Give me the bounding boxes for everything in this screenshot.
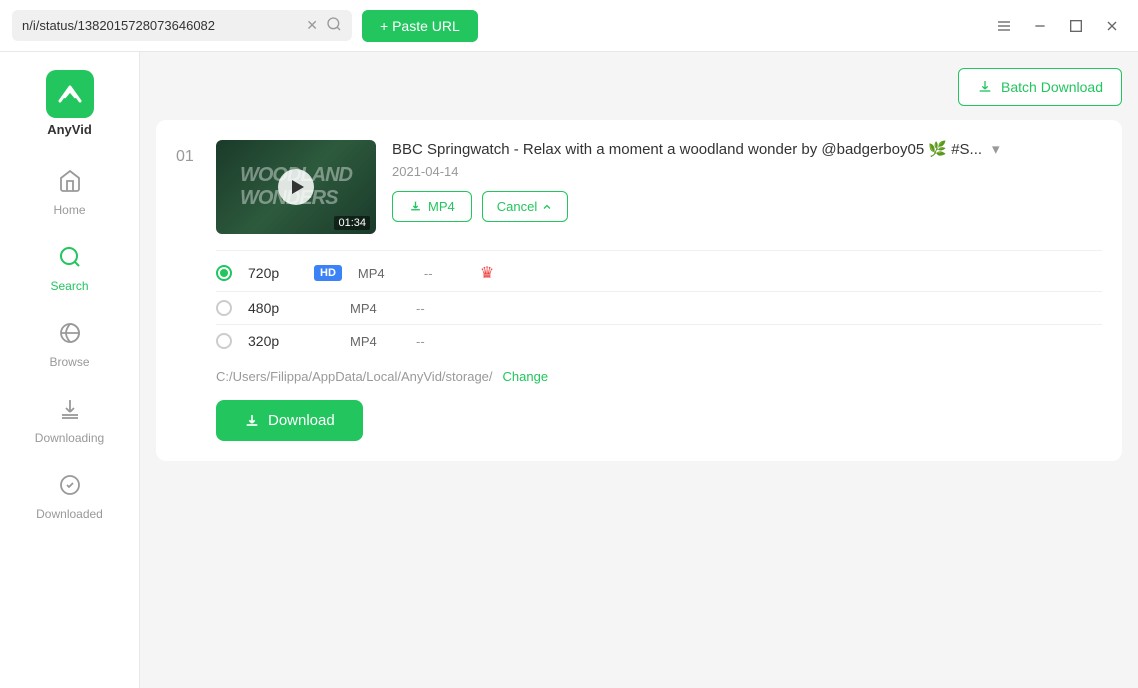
app-name: AnyVid bbox=[47, 122, 92, 137]
mp4-button[interactable]: MP4 bbox=[392, 191, 472, 222]
sidebar-item-home[interactable]: Home bbox=[8, 159, 131, 227]
home-icon bbox=[58, 169, 82, 199]
logo-area: AnyVid bbox=[46, 62, 94, 153]
quality-resolution-320p: 320p bbox=[248, 333, 298, 349]
video-index: 01 bbox=[176, 148, 200, 166]
sidebar-item-browse-label: Browse bbox=[49, 355, 89, 369]
sidebar-item-browse[interactable]: Browse bbox=[8, 311, 131, 379]
video-card: 01 WOODLANDWONDERS 01:34 BBC Springwatch… bbox=[156, 120, 1122, 461]
quality-badge-hd: HD bbox=[314, 265, 342, 281]
download-button[interactable]: Download bbox=[216, 400, 363, 441]
url-clear-icon[interactable]: ✕ bbox=[306, 17, 318, 34]
sidebar-item-home-label: Home bbox=[53, 203, 85, 217]
video-thumbnail[interactable]: WOODLANDWONDERS 01:34 bbox=[216, 140, 376, 234]
sidebar: AnyVid Home Search bbox=[0, 52, 140, 688]
quality-row-320p: 320p MP4 -- bbox=[216, 325, 1102, 357]
quality-row-480p: 480p MP4 -- bbox=[216, 292, 1102, 325]
video-duration: 01:34 bbox=[334, 216, 370, 230]
content-area: Batch Download 01 WOODLANDWONDERS 01:34 bbox=[140, 52, 1138, 688]
video-actions: MP4 Cancel bbox=[392, 191, 1102, 222]
quality-radio-720p[interactable] bbox=[216, 265, 232, 281]
video-date: 2021-04-14 bbox=[392, 164, 1102, 179]
sidebar-item-downloading[interactable]: Downloading bbox=[8, 387, 131, 455]
sidebar-item-downloading-label: Downloading bbox=[35, 431, 104, 445]
quality-resolution-720p: 720p bbox=[248, 265, 298, 281]
main-layout: AnyVid Home Search bbox=[0, 52, 1138, 688]
cancel-button[interactable]: Cancel bbox=[482, 191, 568, 222]
search-nav-icon bbox=[58, 245, 82, 275]
maximize-button[interactable] bbox=[1062, 12, 1090, 40]
sidebar-item-downloaded-label: Downloaded bbox=[36, 507, 103, 521]
video-title: BBC Springwatch - Relax with a moment a … bbox=[392, 140, 1102, 158]
titlebar: n/i/status/1382015728073646082 ✕ + Paste… bbox=[0, 0, 1138, 52]
quality-size-720p: -- bbox=[424, 266, 464, 281]
storage-path: C:/Users/Filippa/AppData/Local/AnyVid/st… bbox=[216, 369, 493, 384]
quality-size-480p: -- bbox=[416, 301, 456, 316]
paste-url-button[interactable]: + Paste URL bbox=[362, 10, 478, 42]
browse-icon bbox=[58, 321, 82, 351]
downloading-icon bbox=[58, 397, 82, 427]
storage-row: C:/Users/Filippa/AppData/Local/AnyVid/st… bbox=[216, 369, 1102, 384]
batch-download-button[interactable]: Batch Download bbox=[958, 68, 1122, 106]
video-header: 01 WOODLANDWONDERS 01:34 BBC Springwatch… bbox=[176, 140, 1102, 234]
change-path-button[interactable]: Change bbox=[503, 369, 549, 384]
quality-radio-480p[interactable] bbox=[216, 300, 232, 316]
video-info: BBC Springwatch - Relax with a moment a … bbox=[392, 140, 1102, 222]
quality-resolution-480p: 480p bbox=[248, 300, 298, 316]
quality-radio-320p[interactable] bbox=[216, 333, 232, 349]
quality-format-320p: MP4 bbox=[350, 334, 400, 349]
sidebar-item-search-label: Search bbox=[50, 279, 88, 293]
url-text: n/i/status/1382015728073646082 bbox=[22, 18, 298, 33]
quality-options: 720p HD MP4 -- ♛ 480p MP4 -- 320p bbox=[216, 255, 1102, 357]
quality-row-720p: 720p HD MP4 -- ♛ bbox=[216, 255, 1102, 292]
quality-format-480p: MP4 bbox=[350, 301, 400, 316]
window-controls bbox=[990, 12, 1126, 40]
minimize-button[interactable] bbox=[1026, 12, 1054, 40]
search-icon bbox=[326, 16, 342, 35]
crown-icon: ♛ bbox=[480, 263, 494, 283]
menu-button[interactable] bbox=[990, 12, 1018, 40]
quality-format-720p: MP4 bbox=[358, 266, 408, 281]
close-button[interactable] bbox=[1098, 12, 1126, 40]
sidebar-item-downloaded[interactable]: Downloaded bbox=[8, 463, 131, 531]
expand-title-icon[interactable]: ▾ bbox=[992, 140, 1000, 158]
app-logo bbox=[46, 70, 94, 118]
divider bbox=[216, 250, 1102, 251]
play-button[interactable] bbox=[278, 169, 314, 205]
url-bar: n/i/status/1382015728073646082 ✕ bbox=[12, 10, 352, 41]
downloaded-icon bbox=[58, 473, 82, 503]
quality-size-320p: -- bbox=[416, 334, 456, 349]
sidebar-item-search[interactable]: Search bbox=[8, 235, 131, 303]
